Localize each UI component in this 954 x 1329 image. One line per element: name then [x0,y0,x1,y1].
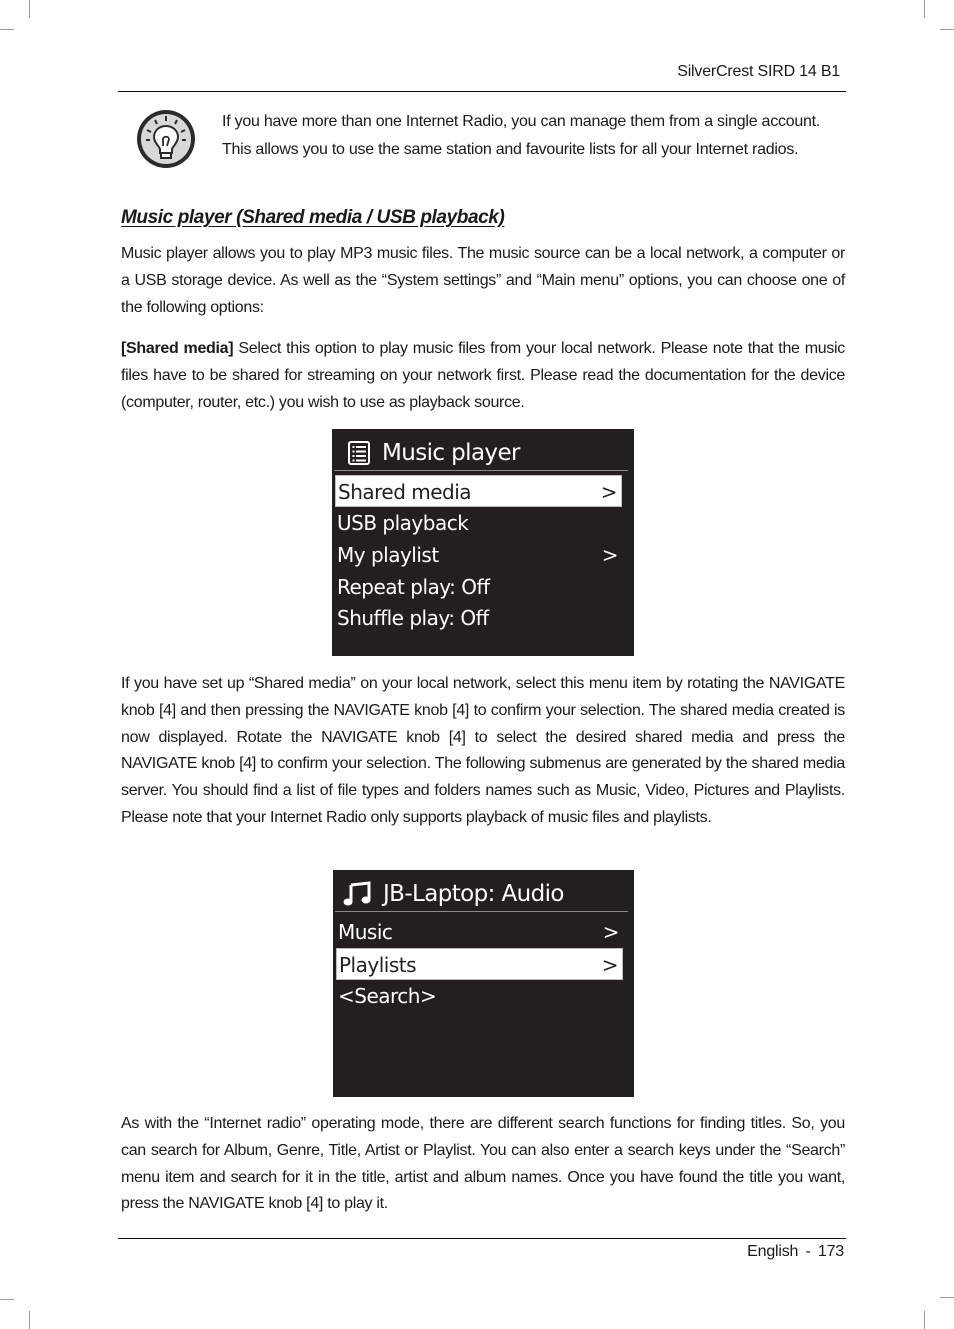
screen-title-bar: JB-Laptop: Audio [343,878,565,910]
menu-item-label: USB playback [337,511,469,535]
chevron-right-icon: > [601,543,619,567]
crop-mark-top-right-horizontal [940,29,954,30]
menu-item-music[interactable]: Music > [336,916,623,948]
crop-mark-bottom-left-horizontal [0,1299,14,1300]
menu-item-shared-media[interactable]: Shared media > [335,475,622,507]
lightbulb-icon [136,109,196,169]
crop-mark-bottom-left-vertical [29,1311,30,1329]
menu-item-my-playlist[interactable]: My playlist > [335,539,622,571]
menu-item-shuffle-play[interactable]: Shuffle play: Off [335,602,622,634]
menu-item-label: Shuffle play: Off [337,606,489,630]
list-icon [346,440,372,466]
shared-media-term: [Shared media] [121,340,234,357]
search-paragraph: As with the “Internet radio” operating m… [121,1115,845,1213]
menu-item-label: Music [338,920,393,944]
chevron-right-icon: > [600,480,618,504]
crop-mark-top-left-horizontal [0,29,14,30]
crop-mark-top-right-vertical [924,0,925,18]
page-number: 173 [817,1243,844,1260]
footer-separator: - [805,1243,811,1260]
menu-item-label: Playlists [339,953,417,977]
menu-item-usb-playback[interactable]: USB playback [335,507,622,539]
footer-language: English [747,1243,799,1260]
menu-item-label: Repeat play: Off [337,575,490,599]
menu-item-label: Shared media [338,480,472,504]
shared-media-paragraph: [Shared media] Select this option to pla… [121,336,845,416]
tip-text: If you have more than one Internet Radio… [222,113,821,158]
page-footer: English - 173 [747,1243,844,1261]
footer-rule [118,1238,846,1239]
screen-divider [335,911,628,912]
menu-item-repeat-play[interactable]: Repeat play: Off [335,571,622,603]
music-note-icon [343,881,373,907]
crop-mark-top-left-vertical [29,0,30,18]
shared-media-audio-screen: JB-Laptop: Audio Music > Playlists > <Se… [333,870,634,1097]
menu-item-label: <Search> [338,984,437,1008]
music-player-screen: Music player Shared media > USB playback… [332,429,634,656]
header-rule [118,91,846,92]
crop-mark-bottom-right-horizontal [940,1297,954,1298]
screen-title: Music player [382,440,520,466]
screen-divider [334,470,628,471]
navigation-paragraph: If you have set up “Shared media” on you… [121,675,845,826]
menu-item-search[interactable]: <Search> [336,980,623,1012]
document-header-title: SilverCrest SIRD 14 B1 [677,63,840,80]
intro-paragraph: Music player allows you to play MP3 musi… [121,245,845,316]
crop-mark-bottom-right-vertical [924,1311,925,1329]
menu-item-playlists[interactable]: Playlists > [336,948,623,980]
menu-item-label: My playlist [337,543,439,567]
chevron-right-icon: > [602,920,620,944]
screen-title-bar: Music player [346,437,520,469]
section-heading: Music player (Shared media / USB playbac… [121,207,505,228]
chevron-right-icon: > [601,953,619,977]
screen-title: JB-Laptop: Audio [383,881,565,907]
